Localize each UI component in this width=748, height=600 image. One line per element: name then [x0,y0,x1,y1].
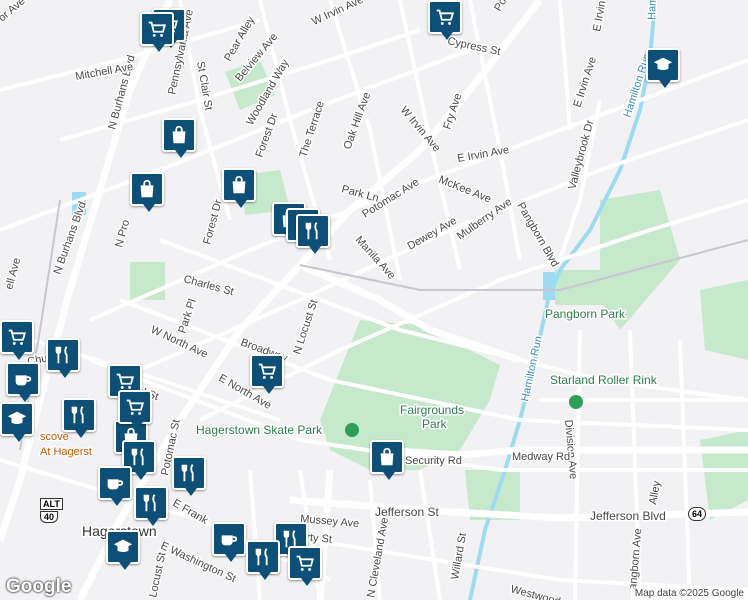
map-pin-bag[interactable] [370,440,404,480]
street-label: E Irvin Ave [591,0,612,33]
skate-park-label: Hagerstown Skate Park [196,423,323,437]
fairgrounds-park-label-1: Fairgrounds [400,403,464,417]
street-label: Charles St [182,273,235,298]
google-logo: Google [6,576,72,597]
map-pin-school[interactable] [0,402,34,442]
map-attribution[interactable]: Map data ©2025 Google [630,587,748,600]
street-label: Fry Ave [441,92,464,131]
street-label: Security Rd [405,455,462,467]
route-40-shield: 40 [40,511,59,523]
map-pin-cart[interactable] [250,354,284,394]
bag-icon [228,174,250,196]
street-label: N Cleveland Ave [365,517,391,599]
map-pin-fork-knife[interactable] [134,486,168,526]
skate-park-marker [345,423,359,437]
map-pin-cart[interactable] [140,12,174,52]
map-pin-cart[interactable] [428,0,462,40]
street-label: Forest Dr [201,198,225,246]
map-canvas[interactable]: Pangborn Park Fairgrounds Park Hagerstow… [0,0,748,600]
street-label: Locust St [147,551,168,598]
map-pin-school[interactable] [646,48,680,88]
street-label: Willard St [449,532,469,580]
fork-knife-icon [52,344,74,366]
fairgrounds-park-label-2: Park [422,417,448,431]
fork-knife-icon [140,492,162,514]
street-label: Medway Rd [512,451,570,463]
map-pin-coffee[interactable] [6,362,40,402]
map-base: Pangborn Park Fairgrounds Park Hagerstow… [0,0,748,600]
bag-icon [168,124,190,146]
cart-icon [146,18,168,40]
school-icon [112,536,134,558]
water-label: Hamilton Run [519,335,545,403]
street-label: Alley [647,479,663,505]
cart-icon [434,6,456,28]
discovery-label-2: At Hagerst [40,446,92,458]
map-pin-bag[interactable] [222,168,256,208]
map-pin-coffee[interactable] [212,522,246,562]
school-icon [6,408,28,430]
map-pin-cart[interactable] [118,390,152,430]
cart-icon [256,360,278,382]
roller-rink-label: Starland Roller Rink [550,373,658,387]
bag-icon [136,178,158,200]
fork-knife-icon [252,546,274,568]
coffee-icon [104,472,126,494]
park-area [700,280,748,360]
park-area [700,430,748,520]
fork-knife-icon [128,446,150,468]
map-pin-bag[interactable] [162,118,196,158]
cart-icon [124,396,146,418]
fork-knife-icon [302,220,324,242]
pond [543,272,555,300]
street-label: E Irvin Ave [571,55,599,109]
cart-icon [114,370,136,392]
street-label: The Terrace [297,100,326,159]
map-pin-coffee[interactable] [98,466,132,506]
map-pin-cart[interactable] [0,320,34,360]
map-pin-fork-knife[interactable] [62,398,96,438]
fork-knife-icon [178,462,200,484]
street-label: N Pro [113,219,132,249]
route-64-shield: 64 [688,507,707,521]
street-label: or Ave [0,0,28,24]
school-icon [652,54,674,76]
coffee-icon [12,368,34,390]
fork-knife-icon [68,404,90,426]
map-pin-school[interactable] [106,530,140,570]
cart-icon [6,326,28,348]
street-label: angborn Ave [627,528,644,590]
cart-icon [294,552,316,574]
street-label: Jefferson St [375,505,439,519]
coffee-icon [218,528,240,550]
map-pin-fork-knife[interactable] [296,214,330,254]
map-pin-fork-knife[interactable] [46,338,80,378]
street-label: Westwood [509,583,562,600]
street-label: ell Ave [3,257,23,291]
map-pin-bag[interactable] [130,172,164,212]
water-label: Hamilton Run [646,0,660,20]
bag-icon [376,446,398,468]
street-label: Jefferson Blvd [590,509,666,523]
map-pin-cart[interactable] [288,546,322,586]
pangborn-park-label: Pangborn Park [545,307,626,321]
discovery-label-1: scove [40,431,69,443]
route-alt-shield: ALT [40,498,63,510]
roller-rink-marker [569,395,583,409]
map-pin-fork-knife[interactable] [172,456,206,496]
map-pin-fork-knife[interactable] [246,540,280,580]
street-label: N Locust St [291,298,320,356]
